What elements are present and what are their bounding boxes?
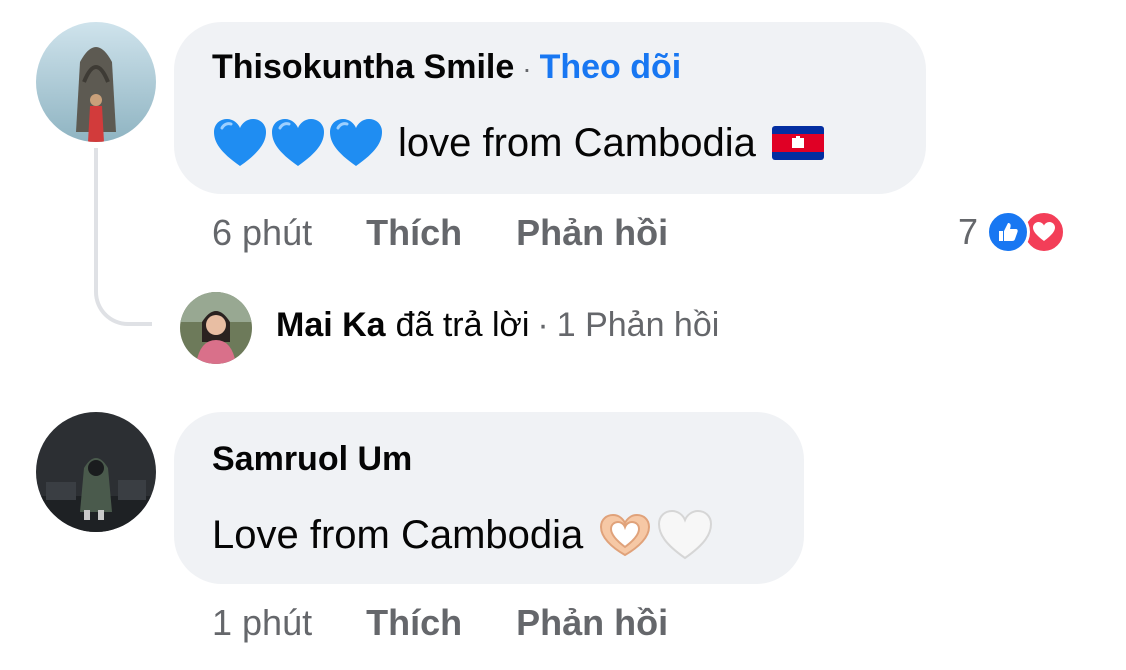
thread-connector-line — [94, 148, 152, 326]
comment-text-row: love from Cambodia — [212, 118, 824, 168]
cambodia-flag-icon — [771, 126, 824, 160]
like-icon — [986, 210, 1031, 254]
separator-dot: · — [537, 306, 549, 344]
comment-author[interactable]: Samruol Um — [212, 440, 412, 478]
comment-text: Love from Cambodia — [212, 512, 584, 557]
reply-button[interactable]: Phản hồi — [516, 212, 668, 254]
reply-button[interactable]: Phản hồi — [516, 602, 668, 644]
white-heart-icon — [658, 510, 713, 560]
follow-button[interactable]: Theo dõi — [540, 48, 682, 87]
reaction-summary[interactable]: 7 — [958, 210, 1067, 254]
reply-author: Mai Ka — [276, 306, 386, 344]
blue-heart-icon — [272, 119, 324, 166]
reply-count: 1 Phản hồi — [556, 306, 720, 344]
comment-timestamp[interactable]: 1 phút — [212, 602, 312, 644]
view-replies-link[interactable]: Mai Ka đã trả lời · 1 Phản hồi — [276, 306, 719, 345]
comment-text-row: Love from Cambodia — [212, 510, 713, 560]
like-button[interactable]: Thích — [366, 212, 462, 254]
comment-bubble: Samruol Um Love from Cambodia — [174, 412, 804, 584]
comment-meta: 1 phút Thích Phản hồi — [212, 602, 668, 644]
reaction-count: 7 — [958, 211, 979, 252]
comment-bubble: Thisokuntha Smile · Theo dõi love from C… — [174, 22, 926, 194]
avatar-samruol[interactable] — [36, 412, 156, 532]
comment-timestamp[interactable]: 6 phút — [212, 212, 312, 254]
separator-dot: · — [522, 53, 532, 84]
heart-hands-icon — [600, 513, 651, 557]
like-button[interactable]: Thích — [366, 602, 462, 644]
comment-text: love from Cambodia — [398, 120, 756, 165]
comment-author[interactable]: Thisokuntha Smile — [212, 48, 514, 87]
reply-verb: đã trả lời — [395, 306, 530, 344]
avatar-mai-ka[interactable] — [180, 292, 252, 364]
blue-heart-icon — [330, 119, 382, 166]
blue-heart-icon — [214, 119, 266, 166]
comment-meta: 6 phút Thích Phản hồi — [212, 212, 668, 254]
avatar-thisokuntha[interactable] — [36, 22, 156, 142]
